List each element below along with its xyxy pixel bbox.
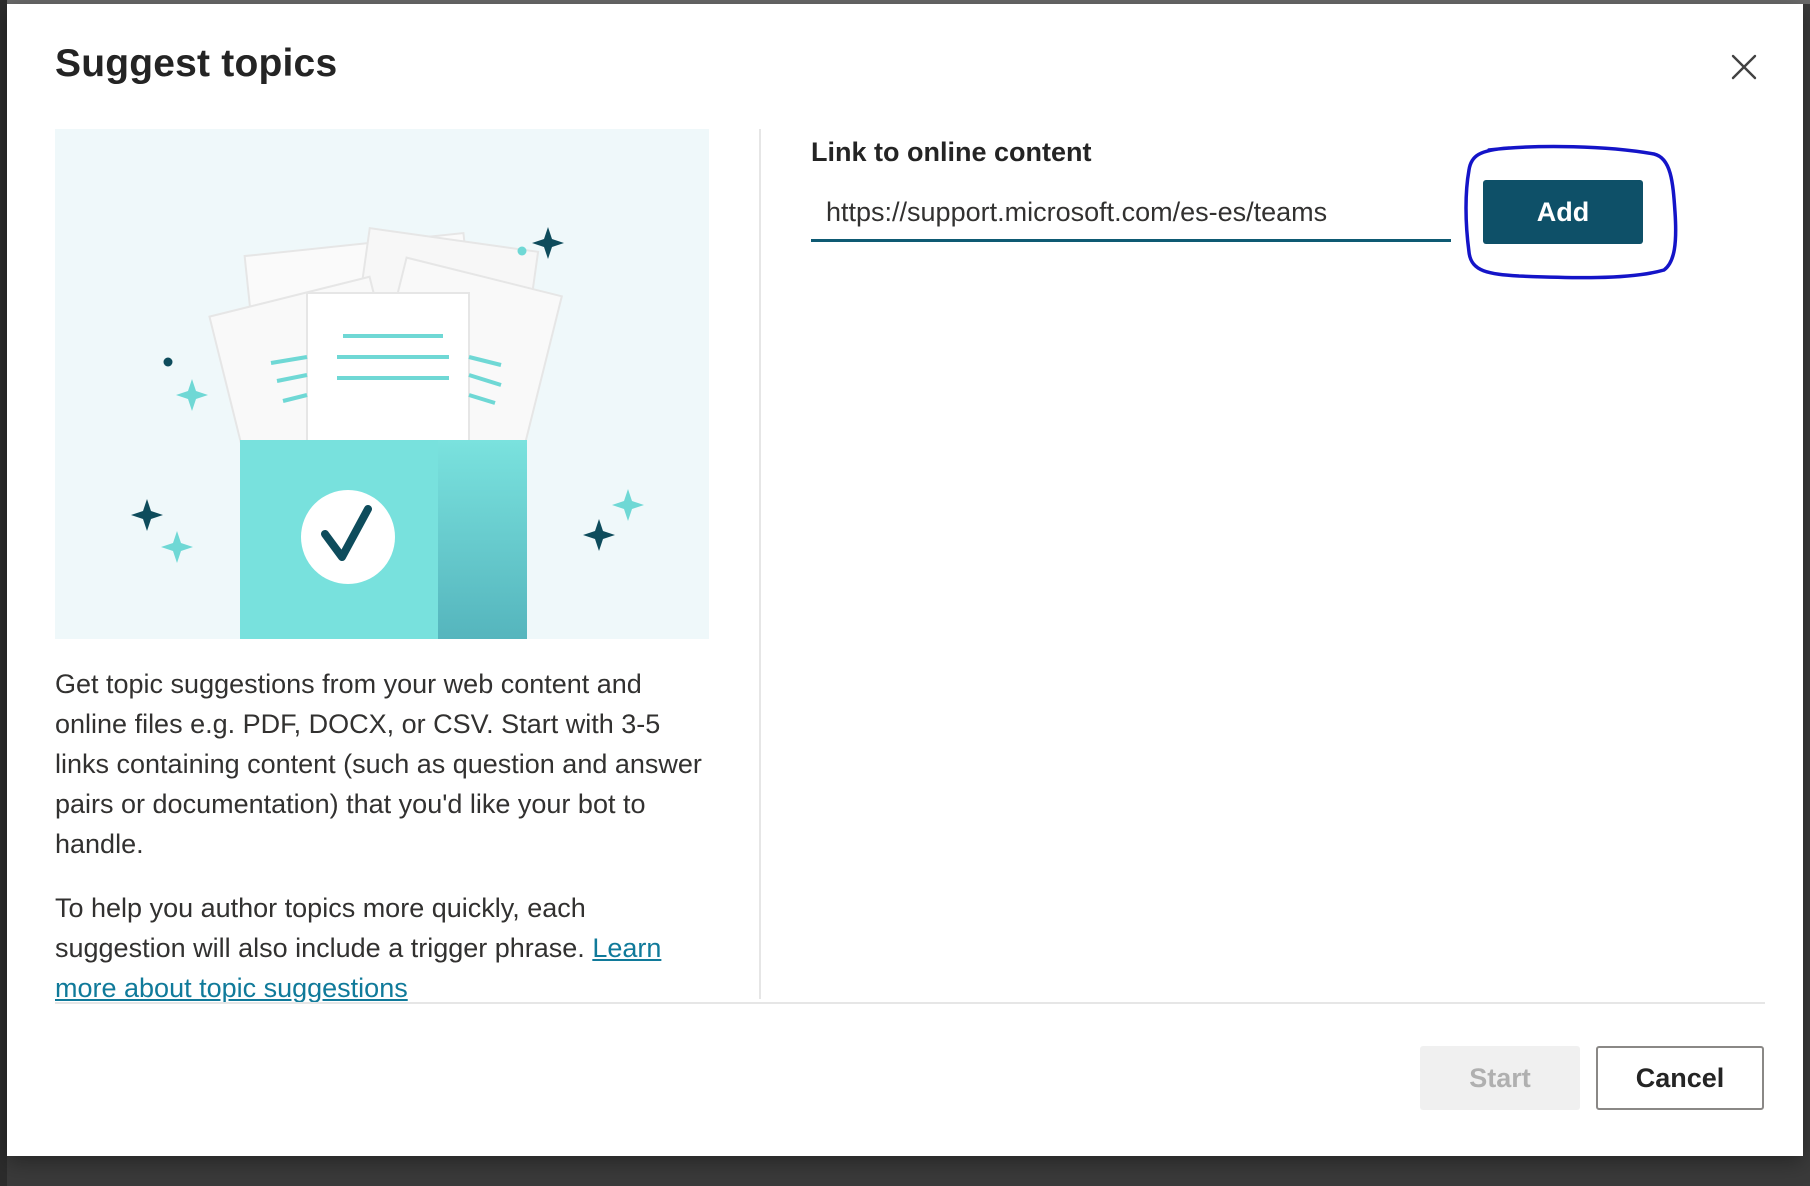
cancel-button[interactable]: Cancel xyxy=(1596,1046,1764,1110)
trigger-phrase-text: To help you author topics more quickly, … xyxy=(55,893,593,963)
link-field-label: Link to online content xyxy=(811,137,1092,167)
url-input[interactable] xyxy=(811,186,1451,242)
add-button[interactable]: Add xyxy=(1483,180,1643,244)
footer-divider xyxy=(55,1002,1765,1004)
close-button[interactable] xyxy=(1725,48,1763,86)
suggest-topics-dialog: Suggest topics Get topic suggestions fro… xyxy=(7,4,1803,1156)
topics-illustration xyxy=(55,129,709,639)
dialog-title: Suggest topics xyxy=(55,42,338,85)
description-paragraph: Get topic suggestions from your web cont… xyxy=(55,669,702,859)
description-paragraph: To help you author topics more quickly, … xyxy=(55,888,715,1008)
description-text: Get topic suggestions from your web cont… xyxy=(55,664,715,1032)
backdrop-edge xyxy=(0,0,7,1186)
vertical-divider xyxy=(759,129,761,999)
close-icon xyxy=(1731,54,1757,80)
start-button[interactable]: Start xyxy=(1420,1046,1580,1110)
